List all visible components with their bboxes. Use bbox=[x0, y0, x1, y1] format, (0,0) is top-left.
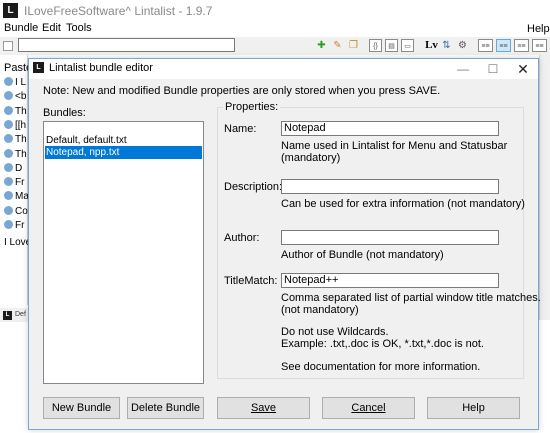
cancel-button[interactable]: Cancel bbox=[322, 397, 415, 419]
maximize-icon[interactable]: ☐ bbox=[478, 59, 508, 79]
snippet-row[interactable]: Ma bbox=[4, 191, 29, 202]
view-1-icon[interactable]: ≡≡ bbox=[478, 39, 493, 52]
snippet-row[interactable]: Fr bbox=[4, 220, 24, 231]
snippet-row-label: [[h bbox=[15, 119, 27, 131]
snippet-bullet-icon bbox=[4, 177, 13, 187]
snippet-bullet-icon bbox=[4, 148, 13, 158]
snippet-row[interactable]: Th bbox=[4, 148, 27, 160]
view-2-icon[interactable]: ≡≡ bbox=[496, 39, 511, 52]
close-icon[interactable]: ✕ bbox=[508, 59, 538, 79]
author-hint: Author of Bundle (not mandatory) bbox=[281, 249, 444, 261]
file-icon[interactable]: ▤ bbox=[385, 39, 398, 52]
menu-tools[interactable]: Tools bbox=[66, 22, 92, 34]
save-button[interactable]: Save bbox=[217, 397, 310, 419]
status-logo-icon: L bbox=[3, 311, 12, 320]
lv-icon[interactable]: Lv bbox=[424, 39, 439, 52]
titlematch-label: TitleMatch: bbox=[224, 275, 278, 287]
snippet-row[interactable]: I L bbox=[4, 77, 26, 88]
snippet-row-label: Fr bbox=[15, 177, 25, 189]
status-bundle-text: Def bbox=[15, 311, 26, 318]
main-window-titlebar: L ILoveFreeSoftware^ Lintalist - 1.9.7 bbox=[0, 0, 550, 22]
search-options-checkbox[interactable] bbox=[3, 41, 13, 51]
snippet-row-label: I L bbox=[15, 77, 27, 88]
bundle-editor-dialog: L Lintalist bundle editor — ☐ ✕ Note: Ne… bbox=[28, 58, 541, 430]
bundles-list[interactable]: Default, default.txt Notepad, npp.txt bbox=[43, 121, 204, 384]
description-input[interactable] bbox=[281, 179, 499, 194]
snippet-row[interactable]: Fr bbox=[4, 177, 24, 188]
new-bundle-button[interactable]: New Bundle bbox=[43, 397, 120, 419]
snippet-row-label: Fr bbox=[15, 220, 25, 231]
snippet-row[interactable]: D bbox=[4, 162, 23, 174]
snippet-row[interactable]: <b bbox=[4, 91, 26, 102]
cancel-button-label: Cancel bbox=[351, 402, 386, 414]
documentation-note: See documentation for more information. bbox=[281, 361, 481, 373]
author-label: Author: bbox=[224, 232, 260, 244]
save-note: Note: New and modified Bundle properties… bbox=[43, 85, 441, 97]
name-hint-mandatory: (mandatory) bbox=[281, 152, 341, 164]
titlematch-hint: Comma separated list of partial window t… bbox=[281, 292, 541, 304]
snippet-row-label: Co bbox=[15, 205, 28, 217]
search-icon[interactable] bbox=[409, 39, 422, 52]
save-button-label: Save bbox=[250, 402, 277, 414]
menu-edit[interactable]: Edit bbox=[42, 22, 61, 34]
settings-icon[interactable]: ⚙ bbox=[456, 39, 469, 52]
menubar: Bundle Edit Tools bbox=[0, 22, 550, 37]
snippet-row[interactable]: [[h bbox=[4, 119, 27, 131]
description-label: Description: bbox=[224, 181, 283, 193]
main-scrollbar[interactable] bbox=[539, 55, 550, 320]
edit-icon[interactable]: ✎ bbox=[331, 39, 344, 52]
titlematch-wildcard-note: Do not use Wildcards. bbox=[281, 326, 389, 338]
search-input[interactable] bbox=[18, 38, 235, 52]
author-input[interactable] bbox=[281, 230, 499, 245]
snippet-row-label: Th bbox=[15, 134, 27, 146]
snippet-bullet-icon bbox=[4, 77, 13, 86]
view-4-icon[interactable]: ≡≡ bbox=[532, 39, 547, 52]
dialog-titlebar: L Lintalist bundle editor — ☐ ✕ bbox=[29, 59, 538, 79]
description-hint: Can be used for extra information (not m… bbox=[281, 198, 525, 210]
menu-bundle[interactable]: Bundle bbox=[4, 22, 38, 34]
snippet-row[interactable]: Th bbox=[4, 134, 27, 145]
snippet-row-label: <b bbox=[15, 91, 27, 103]
titlematch-input[interactable]: Notepad++ bbox=[281, 273, 499, 288]
snippet-bullet-icon bbox=[4, 105, 13, 115]
snippet-row-label: Ma bbox=[15, 191, 29, 203]
menu-help[interactable]: Help bbox=[527, 23, 550, 35]
snippet-bullet-icon bbox=[4, 220, 13, 229]
add-icon[interactable]: ✚ bbox=[315, 39, 328, 52]
bracket-icon[interactable]: {} bbox=[369, 39, 382, 52]
sort-icon[interactable]: ⇅ bbox=[440, 39, 453, 52]
help-button[interactable]: Help bbox=[427, 397, 520, 419]
snippet-bullet-icon bbox=[4, 205, 13, 215]
main-toolbar: ✚ ✎ ❐ {} ▤ ▭ Lv ⇅ ⚙ ≡≡ ≡≡ ≡≡ ≡≡ bbox=[0, 37, 550, 55]
snippet-bullet-icon bbox=[4, 134, 13, 144]
snippet-row[interactable]: Th bbox=[4, 105, 27, 117]
bundles-label: Bundles: bbox=[43, 107, 86, 119]
view-3-icon[interactable]: ≡≡ bbox=[514, 39, 529, 52]
snippet-row[interactable]: Co bbox=[4, 205, 28, 217]
name-input[interactable]: Notepad bbox=[281, 121, 499, 136]
dialog-logo-icon: L bbox=[33, 62, 44, 73]
name-hint: Name used in Lintalist for Menu and Stat… bbox=[281, 140, 508, 152]
main-window-title: ILoveFreeSoftware^ Lintalist - 1.9.7 bbox=[24, 4, 213, 18]
titlematch-example: Example: .txt,.doc is OK, *.txt,*.doc is… bbox=[281, 338, 484, 350]
snippet-bullet-icon bbox=[4, 91, 13, 101]
snippet-bullet-icon bbox=[4, 119, 13, 129]
titlematch-hint-mandatory: (not mandatory) bbox=[281, 304, 359, 316]
snippet-row-label: Th bbox=[15, 148, 27, 160]
app-logo-icon: L bbox=[3, 3, 18, 18]
snippet-row-label: Th bbox=[15, 105, 27, 117]
dialog-title: Lintalist bundle editor bbox=[49, 62, 153, 74]
name-label: Name: bbox=[224, 123, 257, 135]
delete-bundle-button[interactable]: Delete Bundle bbox=[127, 397, 204, 419]
properties-label: Properties: bbox=[223, 101, 281, 113]
minimize-icon[interactable]: — bbox=[448, 59, 478, 79]
copy-icon[interactable]: ❐ bbox=[347, 39, 360, 52]
bundle-item-notepad[interactable]: Notepad, npp.txt bbox=[45, 146, 202, 159]
snippet-bullet-icon bbox=[4, 191, 13, 201]
snippet-bullet-icon bbox=[4, 162, 13, 172]
snippet-row-label: D bbox=[15, 162, 23, 174]
